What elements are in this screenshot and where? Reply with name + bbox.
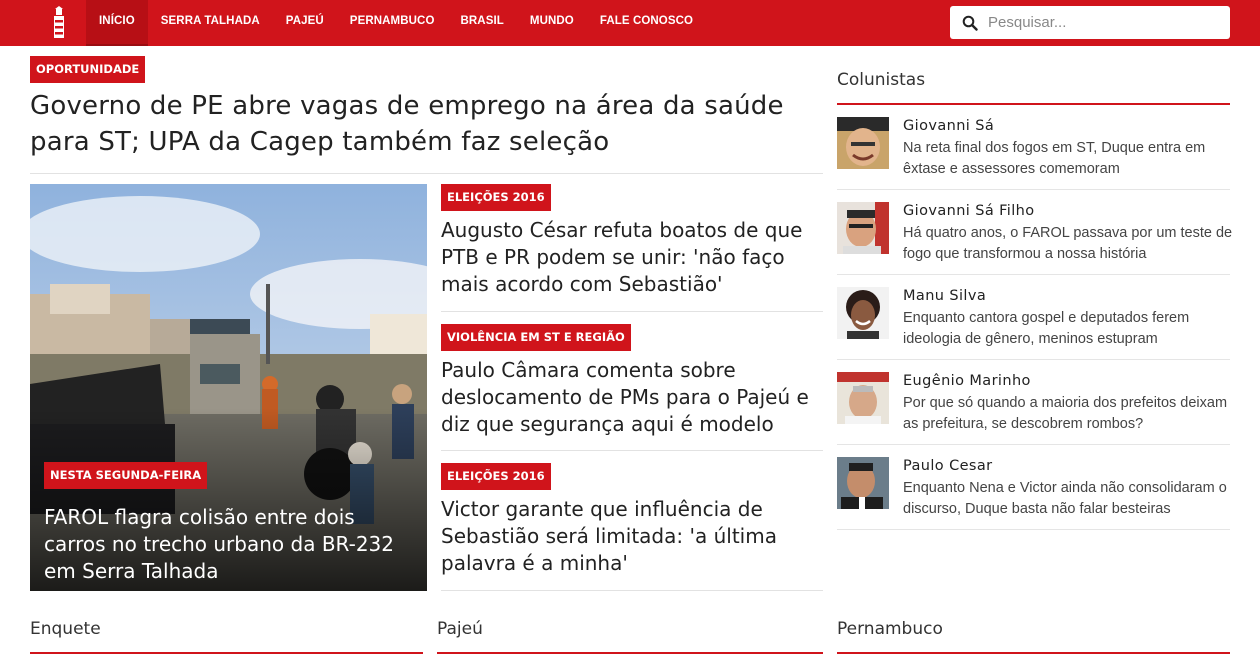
lead-divider <box>30 173 823 174</box>
columnist-name[interactable]: Paulo Cesar <box>903 458 993 474</box>
columnist-avatar <box>837 372 889 424</box>
story-tag[interactable]: VIOLÊNCIA EM ST E REGIÃO <box>441 324 631 351</box>
search-box <box>950 6 1230 39</box>
columnist-item[interactable]: Eugênio Marinho Por que só quando a maio… <box>837 360 1230 445</box>
columnist-item[interactable]: Paulo Cesar Enquanto Nena e Victor ainda… <box>837 445 1230 530</box>
columnist-name[interactable]: Giovanni Sá <box>903 118 994 134</box>
section-heading-pajeu[interactable]: Pajeú <box>437 619 483 639</box>
featured-category-tag[interactable]: NESTA SEGUNDA-FEIRA <box>44 462 208 489</box>
story-tag[interactable]: ELEIÇÕES 2016 <box>441 463 551 490</box>
columnist-article[interactable]: Enquanto cantora gospel e deputados fere… <box>903 308 1233 350</box>
columnist-article[interactable]: Por que só quando a maioria dos prefeito… <box>903 393 1233 435</box>
columnist-avatar <box>837 117 889 169</box>
section-heading-enquete[interactable]: Enquete <box>30 619 101 639</box>
nav-item-pernambuco[interactable]: PERNAMBUCO <box>337 0 448 46</box>
top-navbar: INÍCIO SERRA TALHADA PAJEÚ PERNAMBUCO BR… <box>0 0 1260 46</box>
story-divider <box>441 590 823 591</box>
columnist-article[interactable]: Na reta final dos fogos em ST, Duque ent… <box>903 138 1233 180</box>
story-headline[interactable]: Paulo Câmara comenta sobre deslocamento … <box>441 357 823 438</box>
story-divider <box>441 450 823 451</box>
columnist-article[interactable]: Enquanto Nena e Victor ainda não consoli… <box>903 478 1233 520</box>
story-divider <box>441 311 823 312</box>
lead-category-tag[interactable]: OPORTUNIDADE <box>30 56 146 83</box>
nav-item-mundo[interactable]: MUNDO <box>517 0 587 46</box>
nav-item-fale-conosco[interactable]: FALE CONOSCO <box>587 0 706 46</box>
columnist-item[interactable]: Manu Silva Enquanto cantora gospel e dep… <box>837 275 1230 360</box>
nav-item-serra-talhada[interactable]: SERRA TALHADA <box>148 0 273 46</box>
lead-headline[interactable]: Governo de PE abre vagas de emprego na á… <box>30 88 820 160</box>
columnists-heading: Colunistas <box>837 70 926 90</box>
columnist-name[interactable]: Eugênio Marinho <box>903 373 1031 389</box>
main-nav: INÍCIO SERRA TALHADA PAJEÚ PERNAMBUCO BR… <box>86 0 706 46</box>
nav-item-inicio[interactable]: INÍCIO <box>86 0 148 46</box>
story-tag[interactable]: ELEIÇÕES 2016 <box>441 184 551 211</box>
section-rule <box>437 652 823 654</box>
search-icon[interactable] <box>962 15 978 31</box>
featured-story[interactable]: NESTA SEGUNDA-FEIRA FAROL flagra colisão… <box>30 184 427 591</box>
featured-headline[interactable]: FAROL flagra colisão entre dois carros n… <box>44 504 414 585</box>
columnist-avatar <box>837 457 889 509</box>
section-rule <box>30 652 423 654</box>
section-heading-pernambuco[interactable]: Pernambuco <box>837 619 943 639</box>
search-input[interactable] <box>988 6 1224 39</box>
columnist-item[interactable]: Giovanni Sá Filho Há quatro anos, o FARO… <box>837 190 1233 275</box>
story-headline[interactable]: Augusto César refuta boatos de que PTB e… <box>441 217 823 298</box>
section-rule <box>837 652 1230 654</box>
columnist-article[interactable]: Há quatro anos, o FAROL passava por um t… <box>903 223 1233 265</box>
columnist-name[interactable]: Manu Silva <box>903 288 986 304</box>
columnist-name[interactable]: Giovanni Sá Filho <box>903 203 1035 219</box>
columnist-avatar <box>837 287 889 339</box>
nav-item-pajeu[interactable]: PAJEÚ <box>273 0 337 46</box>
lighthouse-logo-icon[interactable] <box>50 6 68 40</box>
columnist-item[interactable]: Giovanni Sá Na reta final dos fogos em S… <box>837 105 1230 190</box>
nav-item-brasil[interactable]: BRASIL <box>448 0 517 46</box>
columnist-avatar <box>837 202 889 254</box>
story-headline[interactable]: Victor garante que influência de Sebasti… <box>441 496 823 577</box>
